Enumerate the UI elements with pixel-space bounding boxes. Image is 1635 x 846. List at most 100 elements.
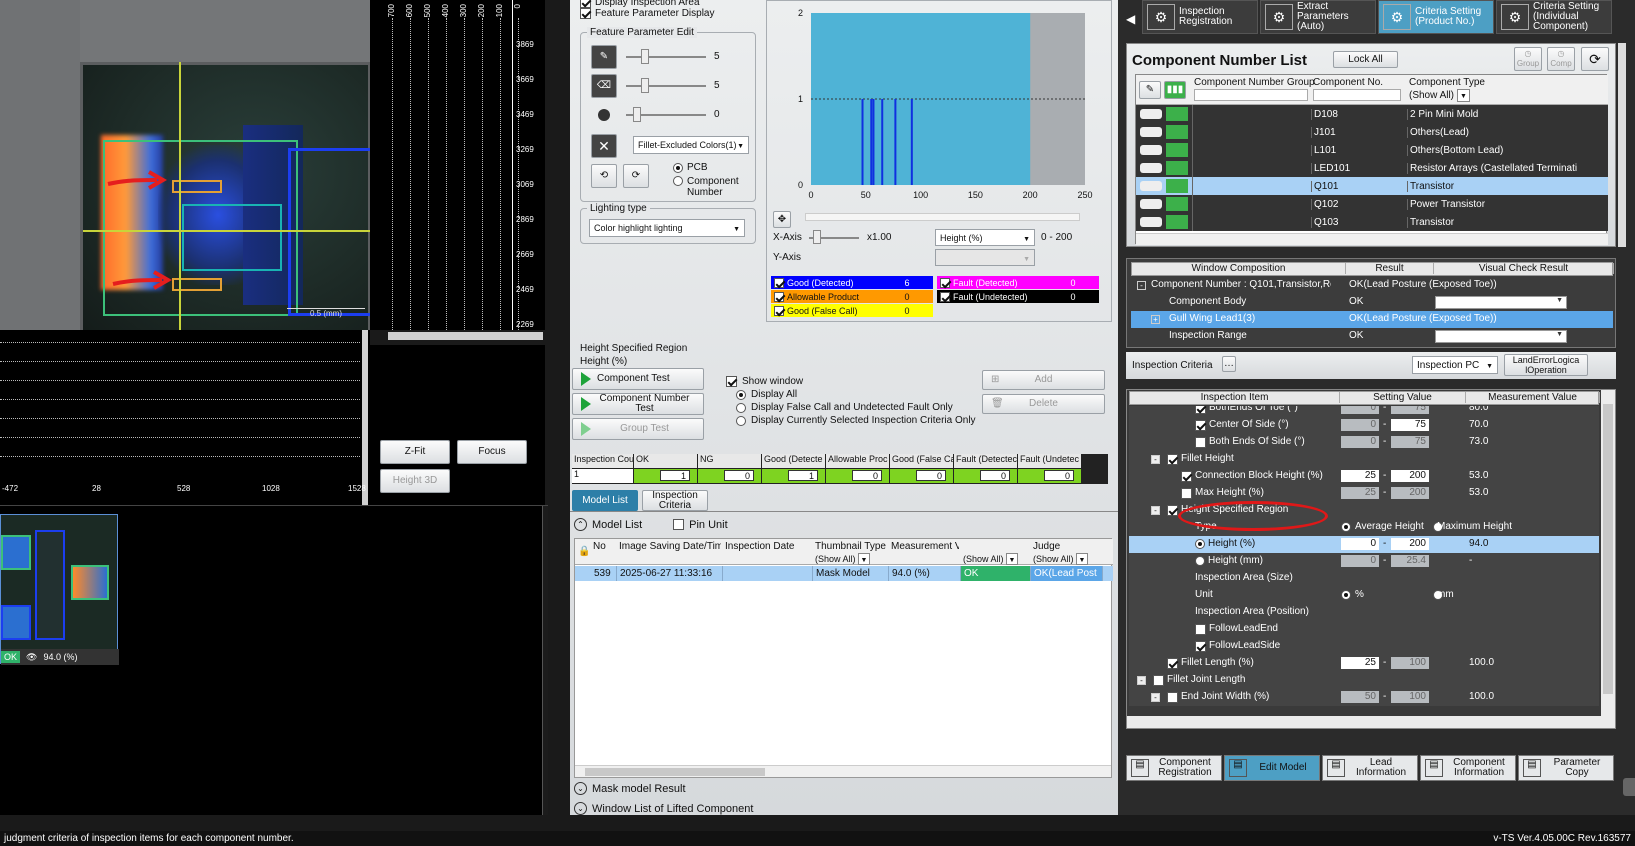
bottom-nav-button[interactable]: ▤ Edit Model: [1224, 755, 1320, 781]
window-row[interactable]: Inspection Range OK ▼: [1131, 328, 1613, 345]
criteria-row[interactable]: Connection Block Height (%) 25-200 53.0: [1129, 468, 1599, 485]
criteria-option-radio[interactable]: [1341, 590, 1351, 601]
x-axis-select[interactable]: Height (%): [935, 229, 1035, 246]
filter-dropdown-icon[interactable]: [857, 553, 871, 565]
model-cell[interactable]: 94.0 (%): [889, 566, 961, 581]
criteria-checkbox[interactable]: [1195, 641, 1206, 652]
collapse-model-list-icon[interactable]: ⌃: [574, 518, 587, 531]
criteria-row[interactable]: Both Ends Of Side (°) 0-75 73.0: [1129, 434, 1599, 451]
expand-toggle-icon[interactable]: +: [1151, 315, 1160, 324]
zfit-button[interactable]: Z-Fit: [380, 440, 450, 464]
undo-button[interactable]: ⟲: [591, 164, 617, 188]
toggle-all-icon[interactable]: ▮▮▮: [1164, 81, 1186, 99]
window-row[interactable]: Component Body OK ▼: [1131, 294, 1613, 311]
profile-scroll[interactable]: [388, 332, 543, 340]
criteria-row[interactable]: FollowLeadSide: [1129, 638, 1599, 655]
criteria-hscroll[interactable]: [1127, 716, 1615, 728]
slider-2[interactable]: [641, 78, 649, 93]
slider-3[interactable]: [633, 107, 641, 122]
expand-toggle-icon[interactable]: -: [1151, 693, 1160, 702]
criteria-checkbox[interactable]: [1167, 505, 1178, 516]
criteria-max-input[interactable]: 200: [1391, 470, 1429, 482]
x-axis-zoom-slider[interactable]: [813, 230, 821, 244]
criteria-row[interactable]: Inspection Area (Position): [1129, 604, 1599, 621]
model-col-filter[interactable]: (Show All): [1033, 553, 1089, 565]
criteria-row[interactable]: Fillet Length (%) 25-100 100.0: [1129, 655, 1599, 672]
criteria-checkbox[interactable]: [1195, 624, 1206, 635]
criteria-row[interactable]: BothEnds Of Toe (°) 0-75 80.0: [1129, 406, 1599, 417]
row-toggle-icon[interactable]: [1166, 197, 1188, 211]
slider-1[interactable]: [641, 49, 649, 64]
add-button[interactable]: ⊞ Add: [982, 370, 1105, 390]
model-col-filter[interactable]: (Show All): [963, 553, 1019, 565]
pan-button[interactable]: ✥: [773, 211, 791, 228]
criteria-max-input[interactable]: 200: [1391, 538, 1429, 550]
legend-item[interactable]: Good (Detected) 6: [771, 276, 933, 289]
tab-model-list[interactable]: Model List: [572, 490, 638, 511]
criteria-min-input[interactable]: 0: [1341, 436, 1379, 448]
group-filter[interactable]: [1194, 89, 1308, 101]
criteria-checkbox[interactable]: [1181, 471, 1192, 482]
criteria-row[interactable]: Center Of Side (°) 0-75 70.0: [1129, 417, 1599, 434]
bottom-nav-button[interactable]: ▤ Lead Information: [1322, 755, 1418, 781]
component-number-test-button[interactable]: Component Number Test: [572, 393, 704, 415]
top-nav-button[interactable]: ⚙ Criteria Setting (Individual Component): [1496, 0, 1612, 34]
component-row[interactable]: Q103 Transistor: [1136, 213, 1608, 231]
expand-mask-result-icon[interactable]: ⌄: [574, 782, 587, 795]
histogram-scrollbar[interactable]: [805, 213, 1080, 221]
focus-button[interactable]: Focus: [457, 440, 527, 464]
legend-checkbox[interactable]: [774, 305, 784, 316]
criteria-max-input[interactable]: 100: [1391, 657, 1429, 669]
component-number-radio[interactable]: [673, 176, 683, 186]
component-row[interactable]: Q101 Transistor: [1136, 177, 1608, 195]
inspection-pc-select[interactable]: Inspection PC: [1412, 356, 1498, 374]
row-pen-icon[interactable]: [1140, 145, 1162, 155]
expand-toggle-icon[interactable]: -: [1137, 676, 1146, 685]
criteria-row[interactable]: Height (mm) 0-25.4-: [1129, 553, 1599, 570]
group-button[interactable]: ◷ Group: [1514, 47, 1542, 71]
criteria-option-radio[interactable]: [1341, 522, 1351, 533]
criteria-checkbox[interactable]: [1195, 406, 1206, 414]
criteria-more-button[interactable]: …: [1222, 356, 1236, 372]
side-collapse-icon[interactable]: [1623, 778, 1635, 796]
legend-checkbox[interactable]: [774, 291, 784, 302]
criteria-checkbox[interactable]: [1195, 420, 1206, 431]
component-row[interactable]: LED101 Resistor Arrays (Castellated Termi…: [1136, 159, 1608, 177]
delete-button[interactable]: 🗑 Delete: [982, 394, 1105, 414]
criteria-min-input[interactable]: 0: [1341, 555, 1379, 567]
thumbnail[interactable]: OK 👁 94.0 (%): [0, 514, 119, 665]
criteria-min-input[interactable]: 25: [1341, 487, 1379, 499]
criteria-row[interactable]: - Fillet Height: [1129, 451, 1599, 468]
expand-lifted-icon[interactable]: ⌄: [574, 802, 587, 815]
top-nav-button[interactable]: ⚙ Criteria Setting (Product No.): [1378, 0, 1494, 34]
criteria-max-input[interactable]: 75: [1391, 406, 1429, 414]
criteria-min-input[interactable]: 25: [1341, 657, 1379, 669]
criteria-vscroll[interactable]: [1601, 390, 1615, 716]
model-cell[interactable]: OK(Lead Post: [1031, 566, 1103, 581]
criteria-max-input[interactable]: 100: [1391, 691, 1429, 703]
criteria-max-input[interactable]: 75: [1391, 436, 1429, 448]
left-arrow-icon[interactable]: ◀: [1126, 4, 1138, 34]
row-pen-icon[interactable]: [1140, 217, 1162, 227]
show-window-checkbox[interactable]: [726, 376, 737, 387]
model-col-filter[interactable]: (Show All): [815, 553, 871, 565]
no-filter[interactable]: [1313, 89, 1401, 101]
image-viewport[interactable]: 0.5 (mm): [0, 0, 370, 330]
height-3d-button[interactable]: Height 3D: [380, 469, 450, 493]
legend-item[interactable]: Fault (Undetected) 0: [937, 290, 1099, 303]
criteria-checkbox[interactable]: [1195, 437, 1206, 448]
criteria-max-input[interactable]: 75: [1391, 419, 1429, 431]
filter-dropdown-icon[interactable]: [1005, 553, 1019, 565]
fillet-excluded-select[interactable]: Fillet-Excluded Colors(1): [633, 136, 749, 154]
component-row[interactable]: D108 2 Pin Mini Mold: [1136, 105, 1608, 123]
visual-check-select[interactable]: ▼: [1435, 330, 1567, 343]
display-all-radio[interactable]: [736, 389, 746, 400]
row-toggle-icon[interactable]: [1166, 161, 1188, 175]
model-cell[interactable]: Mask Model: [813, 566, 889, 581]
criteria-checkbox[interactable]: [1153, 675, 1164, 686]
criteria-checkbox[interactable]: [1167, 454, 1178, 465]
legend-checkbox[interactable]: [940, 291, 950, 302]
row-pen-icon[interactable]: [1140, 199, 1162, 209]
bottom-nav-button[interactable]: ▤ Component Information: [1420, 755, 1516, 781]
bottom-nav-button[interactable]: ▤ Parameter Copy: [1518, 755, 1614, 781]
